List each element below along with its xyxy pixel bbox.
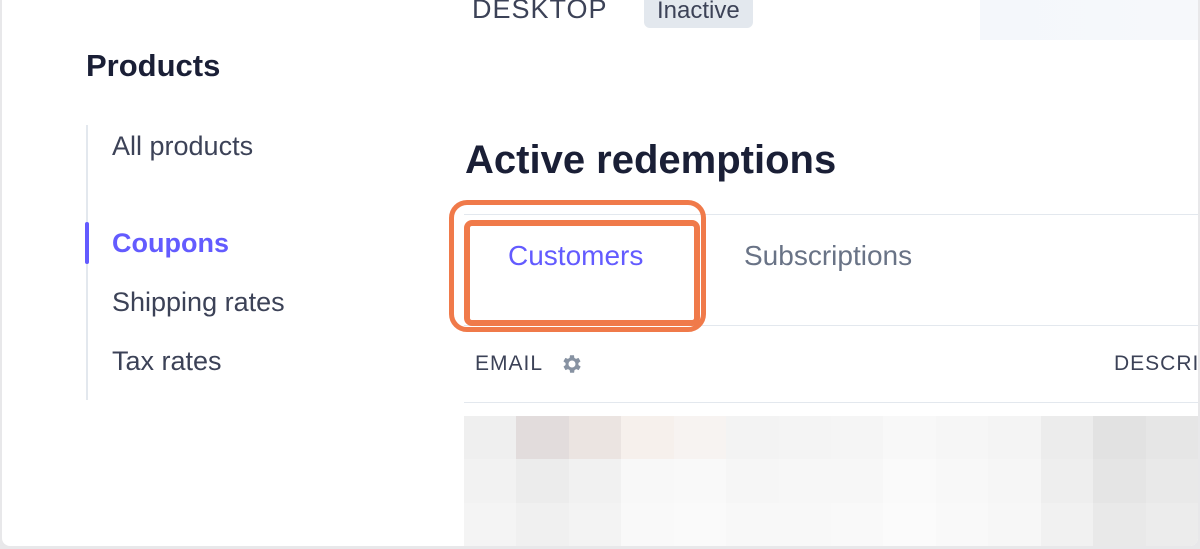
- redacted-pixel: [516, 416, 569, 460]
- redacted-pixel: [1093, 416, 1146, 460]
- redacted-pixel: [988, 416, 1041, 460]
- redacted-pixel: [464, 416, 517, 460]
- tab-active-underline: [472, 320, 696, 324]
- column-header-email[interactable]: EMAIL: [475, 352, 543, 376]
- platform-label: DESKTOP: [472, 0, 608, 24]
- redacted-pixel: [516, 459, 569, 503]
- redacted-pixel: [1145, 416, 1198, 460]
- redacted-pixel: [516, 502, 569, 546]
- redacted-pixel: [726, 416, 779, 460]
- redacted-pixel: [883, 416, 936, 460]
- redacted-area: [980, 0, 1198, 40]
- redacted-pixel: [935, 459, 989, 503]
- sidebar-item-coupons[interactable]: Coupons: [112, 228, 229, 259]
- redacted-pixel: [778, 459, 831, 503]
- redacted-pixel: [673, 502, 727, 546]
- redacted-pixel: [726, 502, 779, 546]
- redacted-pixel: [1145, 502, 1198, 546]
- redacted-pixel: [621, 502, 674, 546]
- redacted-pixel: [568, 416, 622, 460]
- redacted-pixel: [568, 459, 622, 503]
- redacted-pixel: [1093, 459, 1146, 503]
- tab-customers[interactable]: Customers: [508, 240, 643, 272]
- redacted-pixel: [1093, 502, 1146, 546]
- redacted-pixel: [883, 459, 936, 503]
- gear-icon[interactable]: [559, 352, 583, 376]
- redacted-pixel: [621, 459, 674, 503]
- sidebar-active-indicator: [85, 222, 89, 264]
- section-title: Active redemptions: [465, 138, 837, 182]
- redacted-pixel: [883, 502, 936, 546]
- redacted-pixel: [673, 459, 727, 503]
- redacted-pixel: [464, 502, 517, 546]
- redacted-pixel: [988, 459, 1041, 503]
- redacted-pixel: [988, 502, 1041, 546]
- sidebar-item-tax-rates[interactable]: Tax rates: [112, 346, 222, 377]
- redacted-table-rows: [464, 416, 1198, 546]
- redacted-pixel: [673, 416, 727, 460]
- tab-subscriptions[interactable]: Subscriptions: [744, 240, 912, 272]
- app-window: DESKTOP Inactive Products All products C…: [2, 0, 1198, 546]
- redacted-pixel: [464, 459, 517, 503]
- sidebar-item-shipping-rates[interactable]: Shipping rates: [112, 287, 285, 318]
- redacted-pixel: [1145, 459, 1198, 503]
- redacted-pixel: [830, 502, 884, 546]
- redacted-pixel: [568, 502, 622, 546]
- redacted-pixel: [935, 502, 989, 546]
- redacted-pixel: [778, 502, 831, 546]
- redacted-pixel: [830, 459, 884, 503]
- redacted-pixel: [935, 416, 989, 460]
- redacted-pixel: [830, 416, 884, 460]
- column-header-description[interactable]: DESCRI: [1114, 352, 1198, 376]
- redacted-pixel: [1040, 459, 1094, 503]
- sidebar-title: Products: [86, 48, 221, 83]
- table-header-divider: [464, 402, 1198, 403]
- redacted-pixel: [726, 459, 779, 503]
- sidebar-item-all-products[interactable]: All products: [112, 131, 253, 162]
- redacted-pixel: [1040, 502, 1094, 546]
- redacted-pixel: [1040, 416, 1094, 460]
- redacted-pixel: [778, 416, 831, 460]
- status-badge: Inactive: [644, 0, 753, 28]
- redacted-pixel: [621, 416, 674, 460]
